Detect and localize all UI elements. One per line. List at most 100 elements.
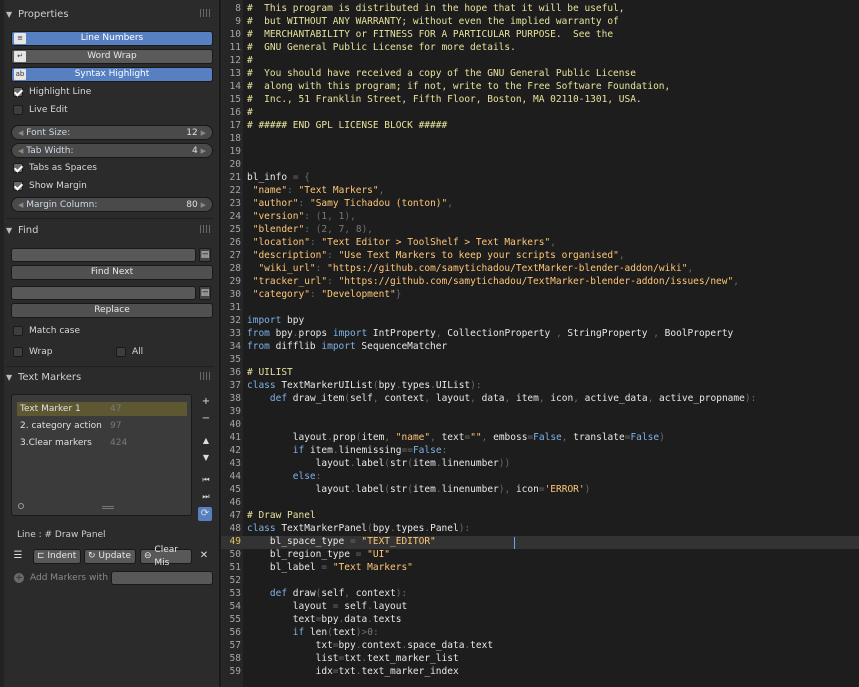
code-line[interactable]: layout = self.layout [247,600,407,613]
line-number: 26 [229,237,241,248]
line-numbers-toggle[interactable]: ≡ Line Numbers [11,31,213,46]
marker-name: 3.Clear markers [20,438,92,448]
line-number: 31 [229,302,241,313]
code-line[interactable]: idx=txt.text_marker_index [247,665,459,678]
drag-grip-icon[interactable] [200,225,210,233]
move-up-icon[interactable]: ▲ [199,434,213,448]
code-line[interactable]: # along with this program; if not, write… [247,80,670,93]
list-item[interactable]: 2. category action 97 [17,419,187,433]
code-line[interactable]: bl_region_type = "UI" [247,548,390,561]
code-line[interactable]: "location": "Text Editor > ToolShelf > T… [247,236,556,249]
properties-panel-header[interactable]: ▼ Properties [6,5,214,23]
code-line[interactable]: from difflib import SequenceMatcher [247,340,447,353]
markers-list[interactable]: Text Marker 1 47 2. category action 97 3… [11,394,192,516]
show-margin-checkbox[interactable]: Show Margin [13,179,87,193]
code-line[interactable]: "author": "Samy Tichadou (tonton)", [247,197,453,210]
code-line[interactable]: "wiki_url": "https://github.com/samytich… [247,262,693,275]
text-editor[interactable]: 8 # This program is distributed in the ho… [221,0,859,687]
code-line[interactable]: def draw(self, context): [247,587,407,600]
clipboard-icon[interactable]: ▤ [199,248,211,262]
drag-grip-icon[interactable] [200,372,210,380]
highlight-line-checkbox[interactable]: Highlight Line [13,85,91,99]
next-marker-icon[interactable]: ⏭ [199,490,213,504]
code-line[interactable]: from bpy.props import IntProperty, Colle… [247,327,733,340]
code-line[interactable]: else: [247,470,322,483]
code-line[interactable]: "description": "Use Text Markers to keep… [247,249,625,262]
increment-arrow-icon[interactable]: ▶ [201,147,206,155]
code-line[interactable]: # UILIST [247,366,293,379]
code-line[interactable]: "tracker_url": "https://github.com/samyt… [247,275,739,288]
list-item[interactable]: 3.Clear markers 424 [17,436,187,450]
add-markers-input[interactable] [111,571,213,585]
code-line[interactable]: # [247,54,253,67]
clipboard-icon[interactable]: ▤ [199,286,211,300]
replace-input[interactable] [11,286,196,300]
tabs-as-spaces-checkbox[interactable]: Tabs as Spaces [13,161,97,175]
add-marker-icon[interactable]: + [199,395,213,409]
drag-grip-icon[interactable] [200,9,210,17]
code-line[interactable]: if len(text)>0: [247,626,379,639]
code-line[interactable]: "category": "Development"} [247,288,402,301]
syntax-highlight-toggle[interactable]: ab Syntax Highlight [11,67,213,82]
code-line[interactable]: "blender": (2, 7, 8), [247,223,373,236]
code-line[interactable]: txt=bpy.context.space_data.text [247,639,493,652]
tab-width-field[interactable]: ◀ Tab Width: 4 ▶ [11,143,213,158]
code-line[interactable]: # [247,106,253,119]
text-markers-panel-header[interactable]: ▼ Text Markers [6,368,214,386]
code-line[interactable]: if item.linemissing==False: [247,444,448,457]
clear-missing-button[interactable]: ⊖ Clear Mis [140,545,192,568]
line-number: 11 [229,42,241,53]
code-line[interactable]: layout.prop(item, "name", text="", embos… [247,431,665,444]
live-edit-checkbox[interactable]: Live Edit [13,103,68,117]
wrap-checkbox[interactable]: Wrap [13,345,52,359]
code-line[interactable]: # but WITHOUT ANY WARRANTY; without even… [247,15,619,28]
find-input[interactable] [11,248,196,262]
increment-arrow-icon[interactable]: ▶ [201,129,206,137]
code-line[interactable]: # Inc., 51 Franklin Street, Fifth Floor,… [247,93,642,106]
replace-button[interactable]: Replace [11,303,213,318]
code-line[interactable]: bl_label = "Text Markers" [247,561,413,574]
code-line[interactable]: # MERCHANTABILITY or FITNESS FOR A PARTI… [247,28,613,41]
move-down-icon[interactable]: ▼ [199,451,213,465]
code-line[interactable]: class TextMarkerPanel(bpy.types.Panel): [247,522,470,535]
list-grip-icon[interactable] [102,506,114,509]
word-wrap-toggle[interactable]: ↵ Word Wrap [11,49,213,64]
filter-icon[interactable]: ☰ [11,549,25,563]
code-line[interactable]: def draw_item(self, context, layout, dat… [247,392,756,405]
code-line[interactable]: # You should have received a copy of the… [247,67,636,80]
remove-marker-icon[interactable]: − [199,412,213,426]
code-line[interactable]: bl_info = { [247,171,310,184]
match-case-checkbox[interactable]: Match case [13,324,80,338]
close-icon[interactable]: ✕ [197,549,211,563]
all-checkbox[interactable]: All [116,345,143,359]
code-line[interactable]: "version": (1, 1), [247,210,356,223]
code-line[interactable]: # GNU General Public License for more de… [247,41,516,54]
decrement-arrow-icon[interactable]: ◀ [18,129,23,137]
sync-icon[interactable]: ⟳ [198,507,212,521]
code-line[interactable]: text=bpy.data.texts [247,613,402,626]
margin-column-field[interactable]: ◀ Margin Column: 80 ▶ [11,197,213,212]
code-line[interactable]: bl_space_type = "TEXT_EDITOR" [247,535,436,548]
resize-handle-icon[interactable] [18,503,24,509]
previous-marker-icon[interactable]: ⏮ [199,473,213,487]
line-number: 14 [229,81,241,92]
font-size-value: 12 [186,127,198,138]
code-line[interactable]: # This program is distributed in the hop… [247,2,625,15]
decrement-arrow-icon[interactable]: ◀ [18,201,23,209]
find-next-button[interactable]: Find Next [11,265,213,280]
font-size-field[interactable]: ◀ Font Size: 12 ▶ [11,125,213,140]
code-line[interactable]: layout.label(str(item.linenumber)) [247,457,511,470]
code-line[interactable]: class TextMarkerUIList(bpy.types.UIList)… [247,379,482,392]
code-line[interactable]: "name": "Text Markers", [247,184,385,197]
code-line[interactable]: # ##### END GPL LICENSE BLOCK ##### [247,119,447,132]
code-line[interactable]: # Draw Panel [247,509,316,522]
update-button[interactable]: ↻ Update [84,549,136,564]
list-item[interactable]: Text Marker 1 47 [17,402,187,416]
find-panel-header[interactable]: ▼ Find [6,221,214,239]
indent-button[interactable]: ⊏ Indent [33,549,81,564]
increment-arrow-icon[interactable]: ▶ [201,201,206,209]
code-line[interactable]: import bpy [247,314,304,327]
code-line[interactable]: list=txt.text_marker_list [247,652,459,665]
code-line[interactable]: layout.label(str(item.linenumber), icon=… [247,483,591,496]
decrement-arrow-icon[interactable]: ◀ [18,147,23,155]
